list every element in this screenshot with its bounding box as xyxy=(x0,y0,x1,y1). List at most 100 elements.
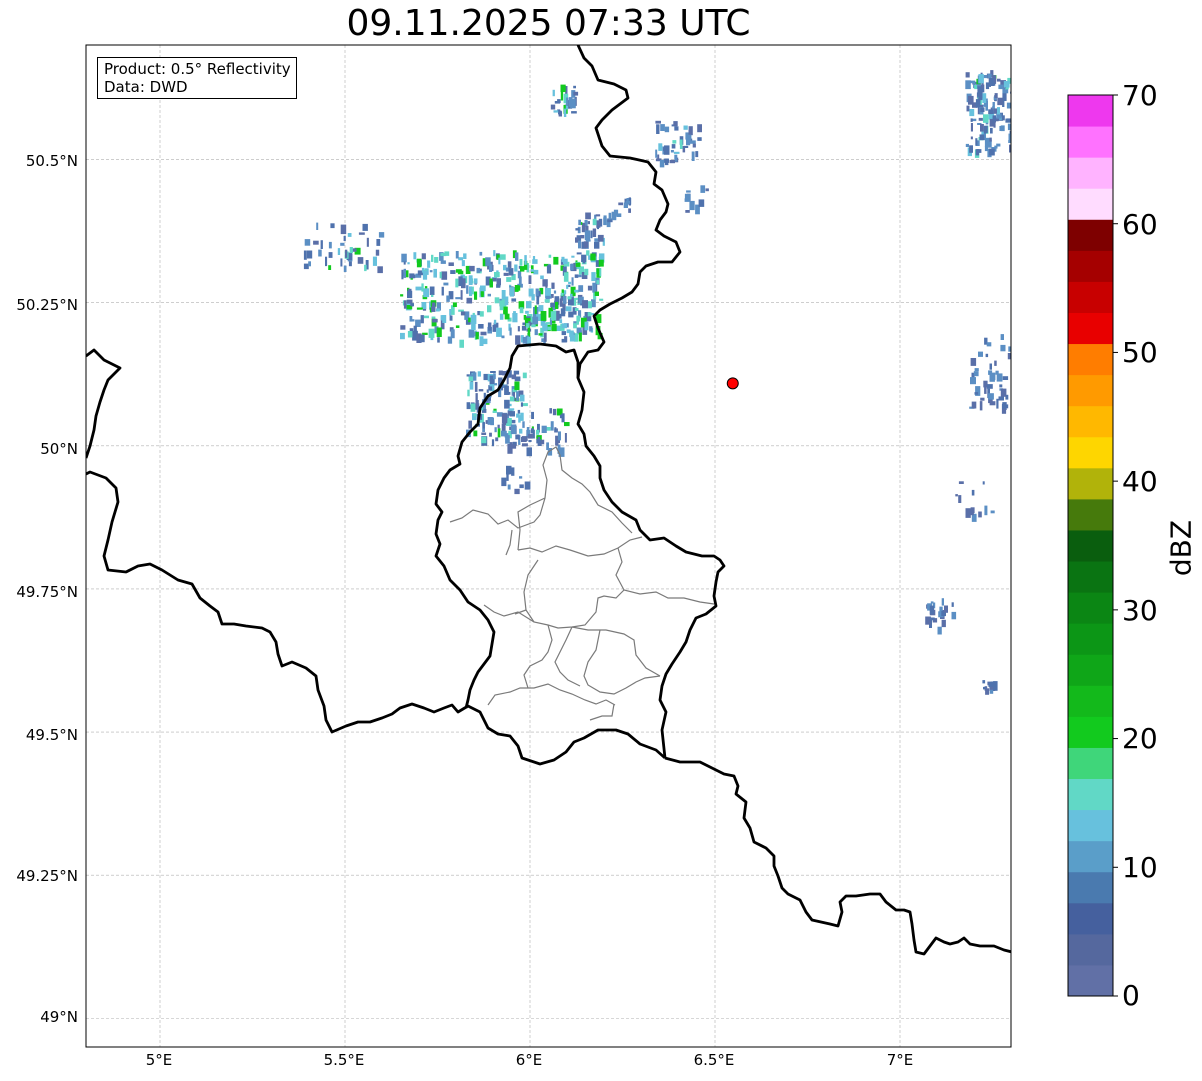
reflectivity-echo xyxy=(343,265,347,272)
reflectivity-echo xyxy=(531,411,534,419)
reflectivity-echo xyxy=(320,240,323,249)
reflectivity-echo xyxy=(989,77,995,86)
regional-boundaries xyxy=(449,446,715,721)
colorbar-segment xyxy=(1068,405,1113,438)
reflectivity-echo xyxy=(532,316,539,325)
reflectivity-echo xyxy=(564,433,567,443)
reflectivity-echo xyxy=(469,265,475,272)
reflectivity-echo xyxy=(971,489,975,496)
reflectivity-echo xyxy=(582,258,586,264)
reflectivity-echo xyxy=(548,254,552,258)
reflectivity-echo xyxy=(432,318,438,323)
reflectivity-echo xyxy=(473,414,477,417)
reflectivity-echo xyxy=(403,268,406,278)
reflectivity-echo xyxy=(517,409,521,414)
colorbar-tick-label: 10 xyxy=(1122,851,1158,884)
reflectivity-echo xyxy=(479,336,484,346)
reflectivity-echo xyxy=(509,287,514,297)
radar-site-marker[interactable] xyxy=(726,377,739,390)
reflectivity-echo xyxy=(686,190,691,193)
reflectivity-echo xyxy=(431,254,434,262)
product-info-box: Product: 0.5° Reflectivity Data: DWD xyxy=(97,57,297,99)
reflectivity-echo xyxy=(516,391,519,401)
reflectivity-echo xyxy=(556,325,561,331)
reflectivity-echo xyxy=(515,434,520,440)
reflectivity-echo xyxy=(575,262,581,267)
reflectivity-echo xyxy=(544,299,550,303)
reflectivity-echo xyxy=(970,118,973,122)
colorbar-segment xyxy=(1068,281,1113,313)
reflectivity-echo xyxy=(541,425,547,433)
reflectivity-echo xyxy=(982,93,987,103)
colorbar-label: dBZ xyxy=(1164,519,1198,577)
reflectivity-echo xyxy=(594,291,599,296)
x-tick-label: 6.5°E xyxy=(693,1051,735,1069)
reflectivity-echo xyxy=(587,285,593,291)
reflectivity-echo xyxy=(511,467,515,476)
reflectivity-echo xyxy=(474,381,478,392)
reflectivity-echo xyxy=(455,278,459,288)
reflectivity-echo xyxy=(597,234,604,242)
reflectivity-echo xyxy=(550,104,556,110)
reflectivity-echo xyxy=(452,302,457,307)
colorbar-segment xyxy=(1068,933,1113,966)
reflectivity-echo xyxy=(526,323,530,328)
reflectivity-echo xyxy=(470,314,477,324)
reflectivity-echo xyxy=(516,413,520,418)
reflectivity-echo xyxy=(540,311,547,321)
reflectivity-echo xyxy=(553,290,557,294)
reflectivity-echo xyxy=(592,218,597,226)
reflectivity-echo xyxy=(514,264,518,272)
reflectivity-echo xyxy=(983,75,988,79)
reflectivity-echo xyxy=(515,335,521,345)
colorbar-tick-label: 30 xyxy=(1122,594,1158,627)
reflectivity-echo xyxy=(409,316,413,322)
reflectivity-echo xyxy=(996,373,1003,382)
reflectivity-echo xyxy=(328,265,332,270)
reflectivity-echo xyxy=(684,193,691,201)
colorbar-ticks xyxy=(1113,94,1118,997)
reflectivity-echo xyxy=(971,401,977,409)
reflectivity-echo xyxy=(596,280,599,285)
reflectivity-echo xyxy=(973,371,979,377)
reflectivity-echo xyxy=(522,322,526,326)
reflectivity-echo xyxy=(446,295,450,302)
reflectivity-echo xyxy=(683,125,688,130)
reflectivity-echo xyxy=(692,143,696,148)
reflectivity-echo xyxy=(581,222,586,233)
reflectivity-echo xyxy=(522,443,528,447)
reflectivity-echo xyxy=(628,208,631,213)
reflectivity-echo xyxy=(978,351,983,357)
reflectivity-echo xyxy=(586,250,590,256)
reflectivity-echo xyxy=(431,302,436,312)
reflectivity-echo xyxy=(673,121,678,126)
reflectivity-echo xyxy=(486,389,489,393)
reflectivity-echo xyxy=(557,431,561,441)
reflectivity-echo xyxy=(577,274,582,278)
reflectivity-echo xyxy=(514,488,520,495)
reflectivity-echo xyxy=(558,110,562,115)
reflectivity-echo xyxy=(969,145,973,153)
reflectivity-echo xyxy=(528,275,532,284)
reflectivity-echo xyxy=(519,428,523,434)
reflectivity-echo xyxy=(655,149,658,158)
reflectivity-echo xyxy=(1000,388,1007,397)
reflectivity-echo xyxy=(589,316,592,322)
reflectivity-echo xyxy=(477,371,481,377)
reflectivity-echo xyxy=(519,307,524,314)
reflectivity-echo xyxy=(570,98,576,109)
reflectivity-echo xyxy=(325,256,328,267)
reflectivity-echo xyxy=(378,232,385,238)
y-tick-label: 50°N xyxy=(40,440,78,458)
reflectivity-echo xyxy=(522,436,528,442)
colorbar-segment xyxy=(1068,716,1113,748)
reflectivity-echo xyxy=(479,311,484,317)
reflectivity-echo xyxy=(571,255,575,258)
reflectivity-echo xyxy=(985,688,990,695)
reflectivity-echo xyxy=(475,400,479,410)
reflectivity-echo xyxy=(499,313,504,320)
reflectivity-echo xyxy=(969,109,975,117)
data-source-label: Data: DWD xyxy=(104,78,188,96)
reflectivity-echo xyxy=(587,301,592,309)
reflectivity-echo xyxy=(375,249,380,256)
